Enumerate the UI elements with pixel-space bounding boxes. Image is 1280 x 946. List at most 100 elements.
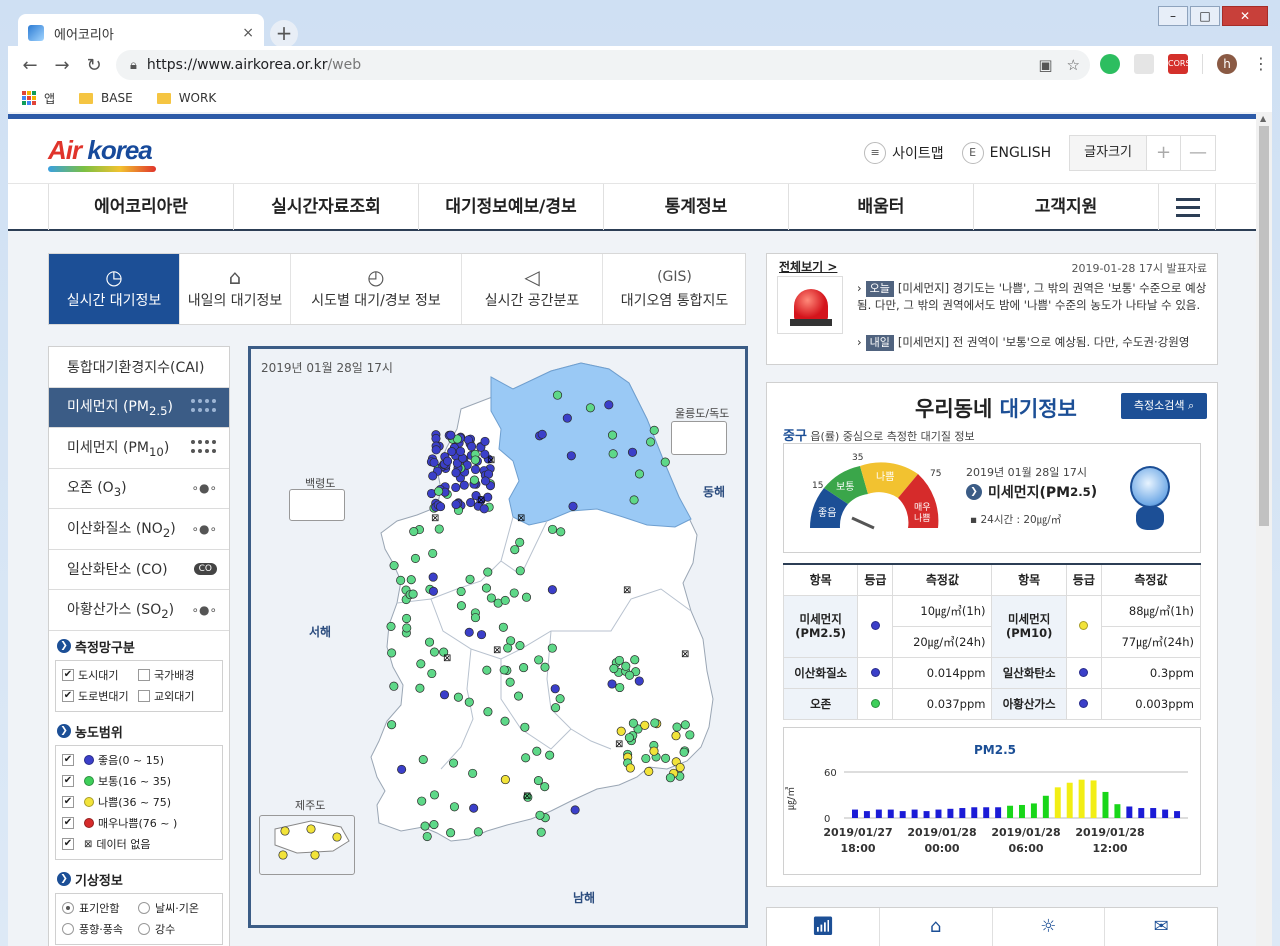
- station-dot[interactable]: [661, 753, 671, 763]
- station-dot[interactable]: [536, 827, 546, 837]
- station-dot[interactable]: [431, 445, 441, 455]
- station-dot[interactable]: [428, 572, 438, 582]
- station-dot[interactable]: [547, 524, 558, 534]
- radio-wind[interactable]: 풍향·풍속: [62, 921, 138, 937]
- station-dot[interactable]: [436, 502, 446, 512]
- home-shortcut-icon[interactable]: ⌂: [880, 908, 993, 946]
- no-data-x-icon[interactable]: ⊠: [431, 513, 439, 524]
- station-dot[interactable]: [519, 663, 529, 673]
- news-today[interactable]: › 오늘 [미세먼지] 경기도는 '나쁨', 그 밖의 권역은 '보통' 수준으로 …: [857, 280, 1207, 313]
- station-dot[interactable]: [644, 766, 654, 777]
- station-dot[interactable]: [604, 400, 614, 410]
- station-dot[interactable]: [675, 762, 685, 773]
- sidebar-item-pm25[interactable]: 미세먼지 (PM2.5): [49, 387, 229, 428]
- station-dot[interactable]: [665, 773, 675, 783]
- station-dot[interactable]: [630, 655, 640, 665]
- station-dot[interactable]: [553, 390, 563, 400]
- station-dot[interactable]: [616, 726, 626, 736]
- radio-rain[interactable]: 강수: [138, 921, 214, 937]
- reload-icon[interactable]: ↻: [78, 55, 110, 76]
- radio-none[interactable]: 표기안함: [62, 900, 138, 916]
- scroll-thumb[interactable]: [1259, 126, 1269, 526]
- no-data-x-icon[interactable]: ⊠: [615, 739, 623, 750]
- nav-statistics[interactable]: 통계정보: [603, 184, 788, 230]
- range-normal[interactable]: ✔ 보통(16 ~ 35): [62, 771, 216, 792]
- station-dot[interactable]: [429, 457, 439, 468]
- cors-extension-icon[interactable]: CORS: [1168, 54, 1191, 74]
- station-dot[interactable]: [424, 637, 435, 647]
- station-dot[interactable]: [625, 763, 635, 773]
- sidebar-item-cai[interactable]: 통합대기환경지수(CAI): [49, 347, 229, 388]
- bookmark-star-icon[interactable]: ☆: [1067, 56, 1080, 74]
- no-data-x-icon[interactable]: ⊠: [623, 585, 631, 596]
- view-all-link[interactable]: 전체보기 >: [779, 258, 837, 275]
- sidebar-item-so2[interactable]: 아황산가스 (SO2) ∘●∘: [49, 590, 229, 631]
- station-dot[interactable]: [443, 456, 453, 466]
- station-dot[interactable]: [480, 436, 490, 446]
- station-dot[interactable]: [431, 433, 441, 444]
- range-good[interactable]: ✔ 좋음(0 ~ 15): [62, 750, 216, 771]
- station-dot[interactable]: [515, 566, 525, 576]
- station-dot[interactable]: [456, 601, 466, 611]
- station-dot[interactable]: [499, 665, 509, 675]
- page-scrollbar[interactable]: ▲: [1256, 112, 1272, 946]
- station-dot[interactable]: [416, 659, 426, 669]
- station-dot[interactable]: [434, 486, 444, 496]
- station-dot[interactable]: [624, 733, 634, 743]
- tab-close-icon[interactable]: ×: [242, 25, 254, 41]
- jeju-inset[interactable]: [259, 815, 355, 875]
- sitemap-link[interactable]: ≡ 사이트맵: [864, 142, 944, 164]
- station-dot[interactable]: [470, 613, 481, 623]
- tab-gis-map[interactable]: (GIS) 대기오염 통합지도: [603, 254, 746, 324]
- grid-extension-icon[interactable]: [1134, 54, 1154, 74]
- nav-support[interactable]: 고객지원: [973, 184, 1158, 230]
- station-dot[interactable]: [640, 720, 650, 730]
- station-dot[interactable]: [409, 526, 419, 537]
- station-dot[interactable]: [429, 790, 440, 800]
- station-dot[interactable]: [429, 820, 439, 830]
- station-dot[interactable]: [513, 691, 524, 701]
- station-dot[interactable]: [422, 831, 432, 842]
- tab-spatial-distribution[interactable]: ◁ 실시간 공간분포: [462, 254, 603, 324]
- station-dot[interactable]: [420, 821, 430, 831]
- no-data-x-icon[interactable]: ⊠: [443, 653, 451, 664]
- station-dot[interactable]: [629, 495, 639, 505]
- station-dot[interactable]: [641, 753, 651, 764]
- back-icon[interactable]: ←: [14, 55, 46, 76]
- station-dot[interactable]: [660, 457, 670, 467]
- bookmark-base[interactable]: BASE: [79, 91, 133, 105]
- gauge-item[interactable]: ❯ 미세먼지(PM 2.5): [966, 482, 1097, 502]
- station-dot[interactable]: [449, 802, 460, 812]
- station-dot[interactable]: [434, 524, 444, 534]
- station-dot[interactable]: [410, 553, 421, 563]
- station-dot[interactable]: [459, 480, 469, 490]
- station-dot[interactable]: [621, 661, 631, 671]
- address-bar[interactable]: 🔒︎ https://www.airkorea.or.kr/web ▣ ☆: [116, 50, 1090, 80]
- station-dot[interactable]: [568, 501, 578, 511]
- sidebar-item-o3[interactable]: 오존 (O3) ∘●∘: [49, 469, 229, 509]
- station-dot[interactable]: [396, 575, 406, 585]
- close-window-button[interactable]: ✕: [1222, 6, 1268, 26]
- station-dot[interactable]: [476, 630, 487, 640]
- station-dot[interactable]: [685, 730, 695, 740]
- nav-about[interactable]: 에어코리아란: [48, 184, 233, 230]
- station-dot[interactable]: [615, 682, 625, 693]
- station-dot[interactable]: [566, 451, 576, 461]
- minimize-button[interactable]: –: [1158, 6, 1188, 26]
- station-dot[interactable]: [540, 782, 550, 792]
- news-tomorrow[interactable]: › 내일 [미세먼지] 전 권역이 '보통'으로 예상됨. 다만, 수도권·강원영: [857, 334, 1207, 351]
- no-data-x-icon[interactable]: ⊠: [487, 455, 495, 466]
- station-dot[interactable]: [680, 720, 690, 730]
- airkorea-logo[interactable]: Air korea: [48, 135, 153, 166]
- station-dot[interactable]: [521, 753, 531, 763]
- station-dot[interactable]: [469, 475, 479, 485]
- station-dot[interactable]: [550, 684, 560, 694]
- radio-weather-temp[interactable]: 날씨·기온: [138, 900, 214, 916]
- station-dot[interactable]: [672, 722, 682, 732]
- station-dot[interactable]: [470, 464, 481, 475]
- station-dot[interactable]: [627, 447, 638, 457]
- no-data-x-icon[interactable]: ⊠: [477, 495, 485, 506]
- tab-province-alert[interactable]: ◴ 시도별 대기/경보 정보: [291, 254, 462, 324]
- station-dot[interactable]: [427, 668, 437, 679]
- station-dot[interactable]: [533, 776, 543, 786]
